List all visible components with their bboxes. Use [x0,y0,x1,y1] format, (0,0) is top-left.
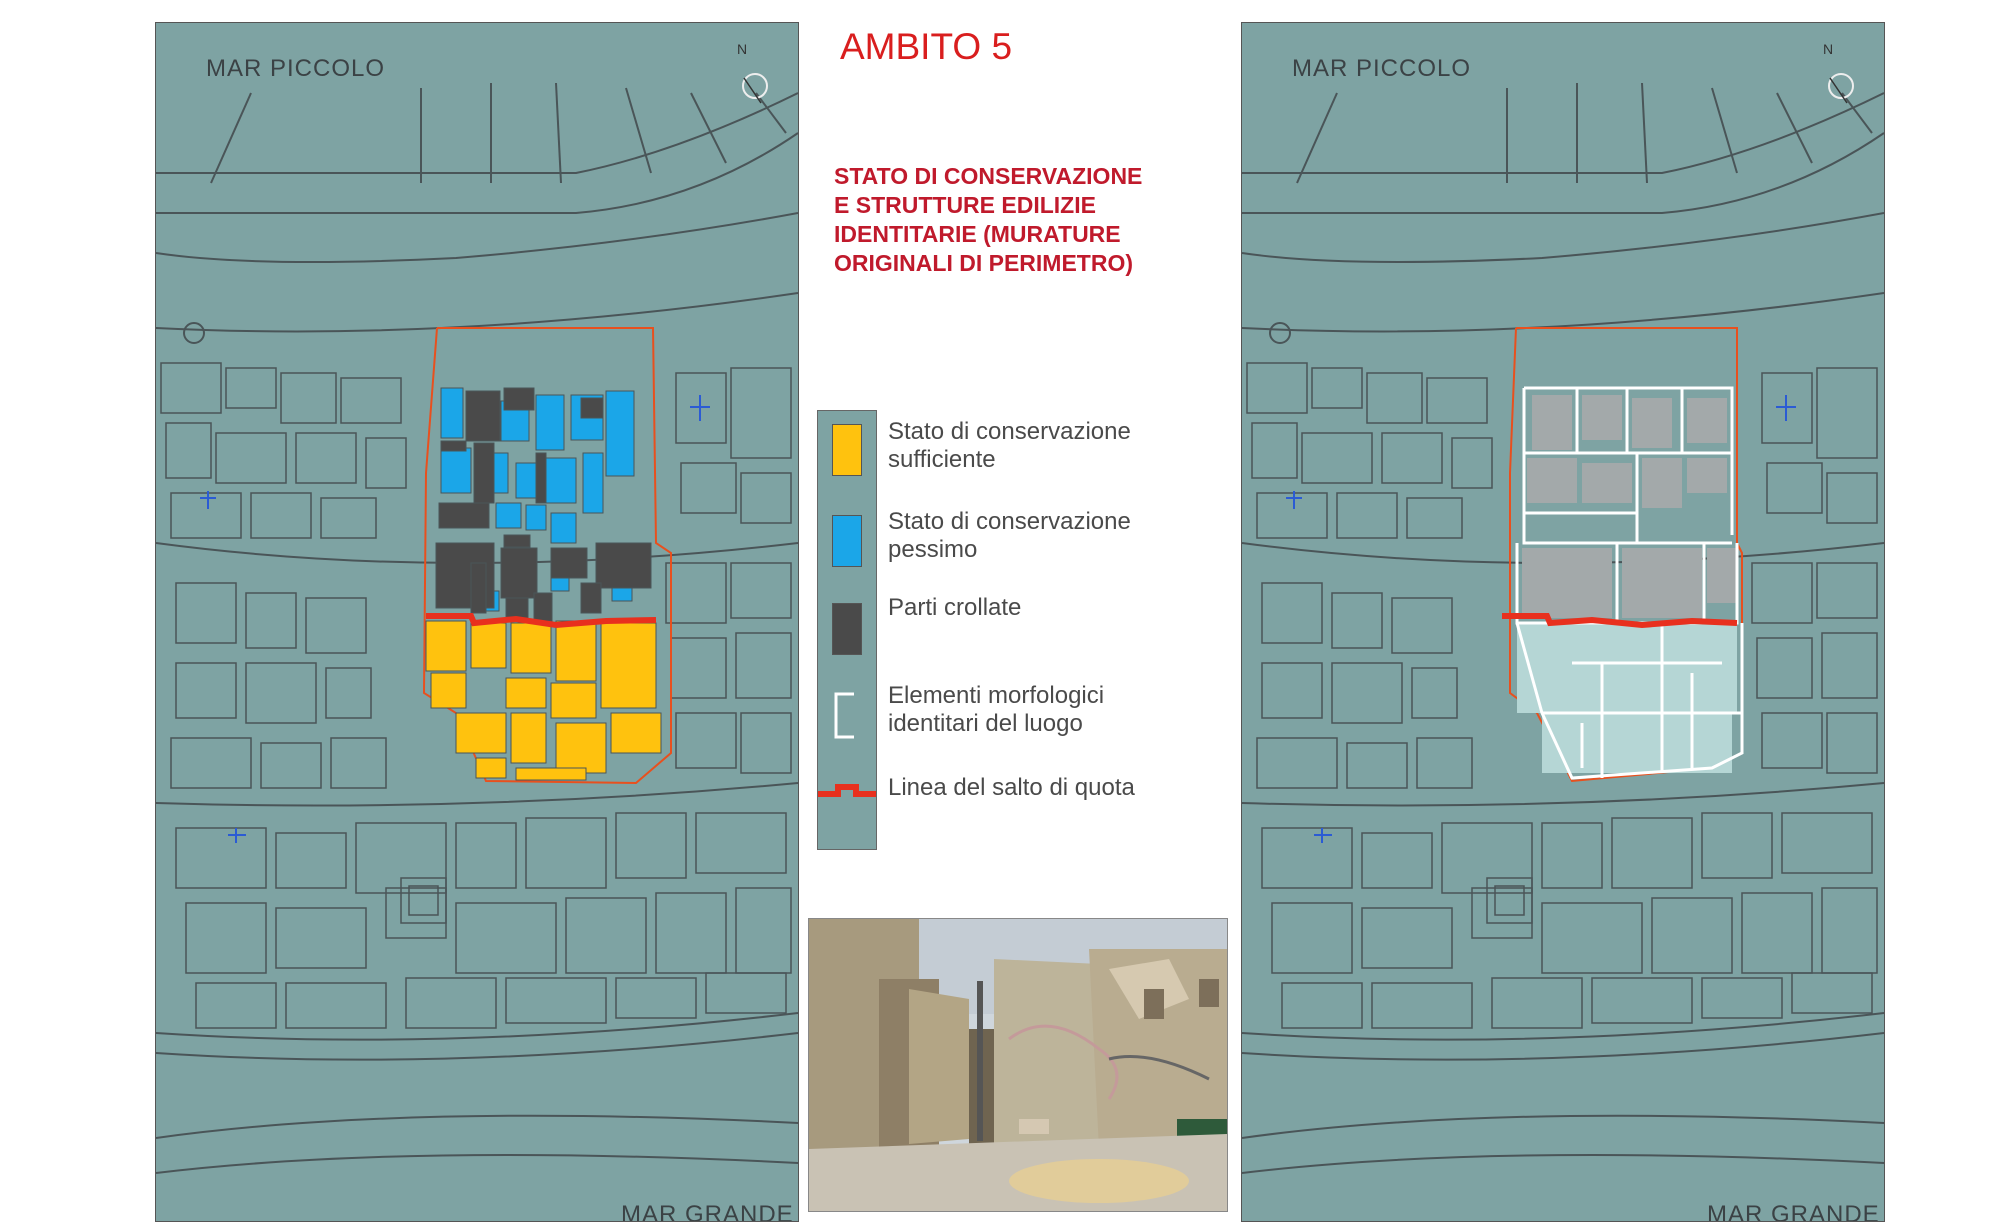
page-subtitle: STATO DI CONSERVAZIONE E STRUTTURE EDILI… [834,162,1194,278]
legend-label-sufficient: Stato di conservazione sufficiente [888,418,1131,474]
sea-label-north: MAR PICCOLO [206,55,386,82]
map-left-cadastral-lines [156,73,798,1174]
legend-label-line: identitari del luogo [888,710,1083,737]
legend-label-line: Stato di conservazione [888,418,1131,445]
right-identity-structures-lower [1517,623,1737,773]
bracket-icon [834,692,854,739]
courtyard-ruins-image [809,919,1227,1211]
blue-swatch-icon [832,515,862,567]
north-arrow-icon: N [737,41,748,57]
page-title: AMBITO 5 [840,26,1013,67]
legend-label-poor: Stato di conservazione pessimo [888,508,1131,564]
subtitle-line: IDENTITARIE (MURATURE [834,221,1121,247]
legend-label-line: Parti crollate [888,594,1022,621]
subtitle-line: ORIGINALI DI PERIMETRO) [834,250,1133,276]
sea-label-south: MAR GRANDE [1707,1201,1880,1222]
legend-label-line: sufficiente [888,446,996,473]
sea-label-south: MAR GRANDE [621,1201,794,1222]
legend-label-line: Stato di conservazione [888,508,1131,535]
north-arrow-icon: N [1823,41,1834,57]
legend-label-collapsed: Parti crollate [888,594,1021,622]
yellow-swatch-icon [832,424,862,476]
legend-panel [817,410,877,850]
subtitle-line: E STRUTTURE EDILIZIE [834,192,1096,218]
sea-label-north: MAR PICCOLO [1292,55,1472,82]
map-right-cadastral-lines [1242,73,1884,1174]
left-yellow-buildings [425,620,662,781]
legend-label-line: Elementi morfologici [888,682,1105,709]
legend-label-level-line: Linea del salto di quota [888,774,1135,802]
map-left-conservation-state: MAR PICCOLO MAR GRANDE N [155,22,799,1222]
map-right-identity-structures: MAR PICCOLO MAR GRANDE N [1241,22,1885,1222]
red-line-icon [818,784,876,797]
dark-gray-swatch-icon [832,603,862,655]
subtitle-line: STATO DI CONSERVAZIONE [834,163,1143,189]
site-photo [808,918,1228,1212]
legend-label-morphological: Elementi morfologici identitari del luog… [888,682,1104,738]
legend-label-line: pessimo [888,536,978,563]
legend-label-line: Linea del salto di quota [888,774,1135,801]
